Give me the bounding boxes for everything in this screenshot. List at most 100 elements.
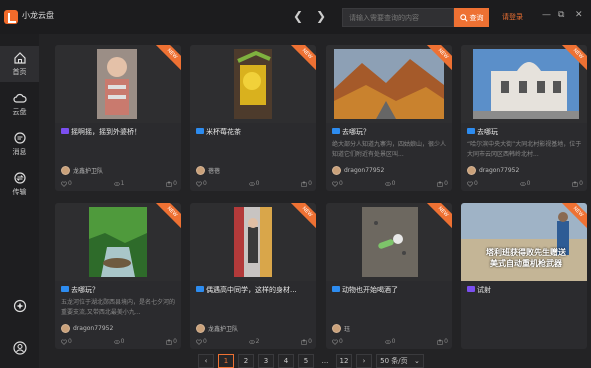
close-icon[interactable]: ✕	[575, 10, 583, 20]
video-tag-icon	[332, 128, 340, 134]
card-title[interactable]: 去哪玩？	[332, 127, 448, 137]
eye-icon	[248, 339, 255, 344]
plugin-icon	[13, 299, 26, 313]
card-thumbnail[interactable]: NEW	[55, 45, 181, 123]
card-author[interactable]: 龙鑫护卫队	[196, 323, 238, 333]
card-author[interactable]: dragon77952	[61, 323, 113, 333]
card-stats: 0 2 0	[196, 338, 312, 345]
share-count: 0	[308, 338, 312, 345]
share-stat[interactable]: 0	[437, 180, 448, 187]
heart-icon	[332, 181, 338, 187]
page-ellipsis[interactable]: ...	[318, 354, 332, 368]
cloud-icon	[12, 93, 27, 103]
content-card[interactable]: NEW 去哪玩 “哈尔滨中央大街”大同北村影视基地，位于大同市云冈区西韩岭北村...…	[461, 45, 587, 191]
card-author[interactable]: dragon77952	[467, 165, 519, 175]
author-name: 龙鑫护卫队	[73, 167, 104, 175]
sidebar-item-cloud[interactable]: 云盘	[0, 86, 39, 122]
forward-arrow-icon[interactable]: ❯	[316, 9, 326, 23]
chevron-down-icon: ⌄	[413, 357, 420, 365]
page-2-button[interactable]: 2	[238, 354, 254, 368]
login-link[interactable]: 请登录	[502, 12, 523, 22]
share-count: 0	[173, 180, 177, 187]
plugin-button[interactable]	[0, 288, 39, 324]
like-stat[interactable]: 0	[332, 180, 343, 187]
like-stat[interactable]: 0	[61, 180, 72, 187]
share-stat[interactable]: 0	[572, 180, 583, 187]
view-stat: 0	[384, 180, 395, 187]
content-card[interactable]: NEW 米杯莓花茶 蓓蓓 0 0 0	[190, 45, 316, 191]
page-12-button[interactable]: 12	[336, 354, 352, 368]
restore-icon[interactable]: ⧉	[558, 10, 564, 20]
page-size-select[interactable]: 50 条/页 ⌄	[376, 354, 424, 368]
app-title: 小龙云盘	[22, 11, 54, 20]
search-icon	[459, 13, 468, 22]
share-count: 0	[444, 180, 448, 187]
share-stat[interactable]: 0	[301, 180, 312, 187]
video-tag-icon	[196, 286, 204, 292]
search-button[interactable]: 查询	[454, 8, 489, 27]
page-4-button[interactable]: 4	[278, 354, 294, 368]
card-author[interactable]: 蓓蓓	[196, 165, 220, 175]
like-stat[interactable]: 0	[196, 180, 207, 187]
page-3-button[interactable]: 3	[258, 354, 274, 368]
author-name: dragon77952	[479, 166, 520, 174]
heart-icon	[332, 339, 338, 345]
sidebar-item-message[interactable]: 消息	[0, 126, 39, 162]
like-stat[interactable]: 0	[61, 338, 72, 345]
share-stat[interactable]: 0	[437, 338, 448, 345]
card-thumbnail[interactable]: NEW	[326, 45, 452, 123]
video-tag-icon	[332, 286, 340, 292]
card-title[interactable]: 米杯莓花茶	[196, 127, 312, 137]
content-card[interactable]: NEW 摇啊摇，摇到外婆桥！ 龙鑫护卫队 0 1 0	[55, 45, 181, 191]
card-title-text: 试射	[477, 286, 491, 294]
card-title[interactable]: 去哪玩	[467, 127, 583, 137]
avatar	[332, 323, 341, 333]
user-button[interactable]	[0, 330, 39, 366]
share-icon	[166, 180, 172, 187]
card-title[interactable]: 试射	[467, 285, 583, 295]
content-card[interactable]: NEW 去哪玩？ 五龙河位于湖北郧西县境内，是名七夕河的重要支流,又带西北最美小九.…	[55, 203, 181, 349]
content-card[interactable]: NEW 偶遇高中同学，这样的身材... 龙鑫护卫队 0 2 0	[190, 203, 316, 349]
card-title[interactable]: 摇啊摇，摇到外婆桥！	[61, 127, 177, 137]
share-stat[interactable]: 0	[166, 180, 177, 187]
back-arrow-icon[interactable]: ❮	[293, 9, 303, 23]
card-author[interactable]: 珏	[332, 323, 350, 333]
video-tag-icon	[61, 286, 69, 292]
video-caption: 塔利班获得败先生赠送 美式自动重机枪武器	[469, 247, 583, 269]
card-thumbnail[interactable]: NEW	[55, 203, 181, 281]
card-title[interactable]: 去哪玩？	[61, 285, 177, 295]
minimize-icon[interactable]: —	[542, 10, 551, 20]
card-title[interactable]: 动物也开始喝酒了	[332, 285, 448, 295]
card-thumbnail[interactable]: NEW	[326, 203, 452, 281]
page-1-button[interactable]: 1	[218, 354, 234, 368]
card-stats: 0 0 0	[61, 338, 177, 345]
card-thumbnail[interactable]: NEW	[190, 45, 316, 123]
like-stat[interactable]: 0	[332, 338, 343, 345]
card-thumbnail[interactable]: NEW	[190, 203, 316, 281]
user-icon	[12, 341, 27, 355]
card-author[interactable]: dragon77952	[332, 165, 384, 175]
page-5-button[interactable]: 5	[298, 354, 314, 368]
card-thumbnail[interactable]: NEW	[461, 45, 587, 123]
like-stat[interactable]: 0	[467, 180, 478, 187]
heart-icon	[196, 339, 202, 345]
home-icon	[13, 52, 26, 64]
card-description: “哈尔滨中央大街”大同北村影视基地，位于大同市云冈区西韩岭北村...	[467, 141, 582, 158]
next-page-button[interactable]: ›	[356, 354, 372, 368]
card-title[interactable]: 偶遇高中同学，这样的身材...	[196, 285, 312, 295]
share-stat[interactable]: 0	[166, 338, 177, 345]
like-count: 0	[68, 180, 72, 187]
content-card[interactable]: 塔利班获得败先生赠送 美式自动重机枪武器 NEW 试射	[461, 203, 587, 349]
prev-page-button[interactable]: ‹	[198, 354, 214, 368]
sidebar-item-transfer[interactable]: 传输	[0, 166, 39, 202]
card-thumbnail[interactable]: 塔利班获得败先生赠送 美式自动重机枪武器 NEW	[461, 203, 587, 281]
sidebar-item-home[interactable]: 首页	[0, 46, 39, 82]
card-title-text: 去哪玩？	[342, 128, 370, 136]
share-stat[interactable]: 0	[301, 338, 312, 345]
content-card[interactable]: NEW 去哪玩？ 绝大部分人知道九寨沟，四姑娘山，很少人知道它们附近有处景区叫...…	[326, 45, 452, 191]
content-card[interactable]: NEW 动物也开始喝酒了珏 0 0 0	[326, 203, 452, 349]
like-stat[interactable]: 0	[196, 338, 207, 345]
search-input[interactable]	[342, 8, 454, 27]
pagination: ‹ 1 2 3 4 5 ... 12 › 50 条/页 ⌄	[198, 354, 424, 368]
card-author[interactable]: 龙鑫护卫队	[61, 165, 103, 175]
